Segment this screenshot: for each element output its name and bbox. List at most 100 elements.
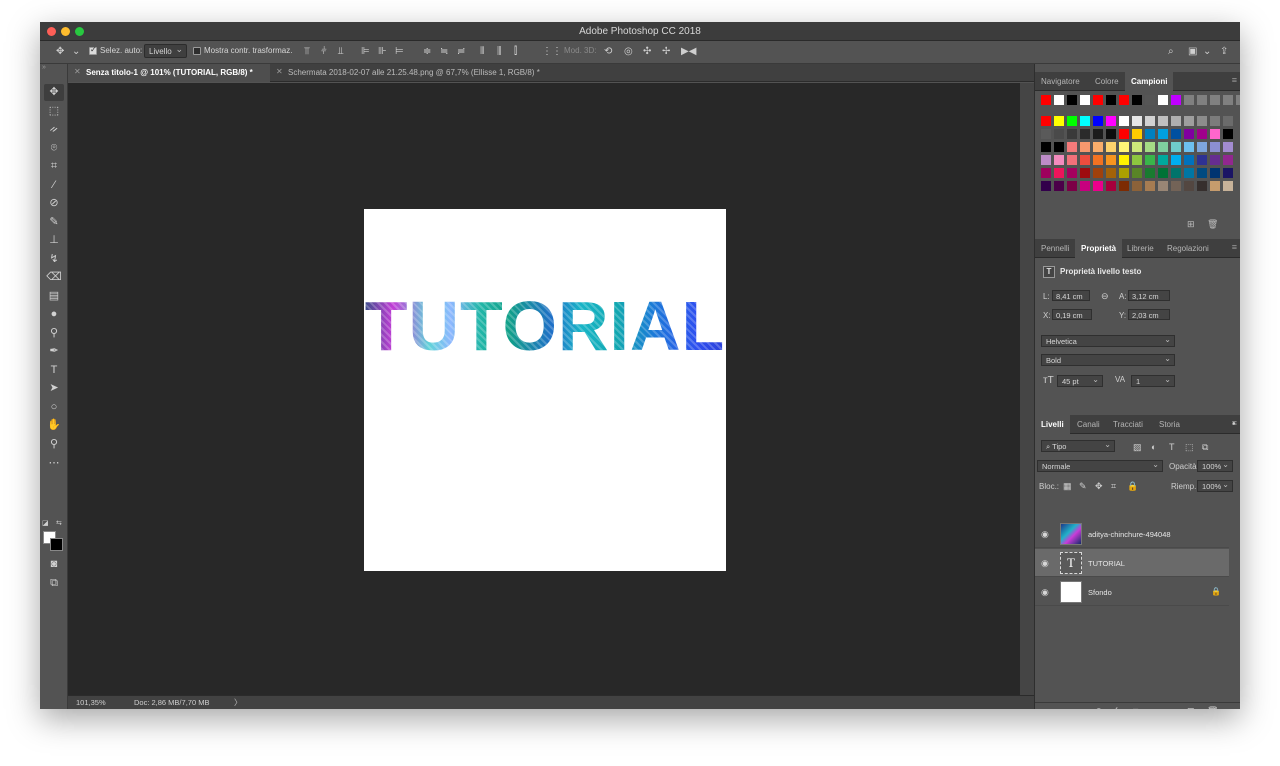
new-swatch-icon[interactable]: ⊞ bbox=[1187, 219, 1195, 230]
filter-smart-object-icon[interactable]: ⧉ bbox=[1202, 442, 1208, 453]
roll-3d-icon[interactable]: ◎ bbox=[624, 45, 633, 59]
color-swatch[interactable] bbox=[1119, 181, 1129, 191]
color-swatch[interactable] bbox=[1106, 116, 1116, 126]
color-swatch[interactable] bbox=[1210, 168, 1220, 178]
color-swatch[interactable] bbox=[1093, 116, 1103, 126]
color-swatch[interactable] bbox=[1106, 155, 1116, 165]
default-colors-icon[interactable]: ◪ bbox=[42, 519, 49, 527]
opacity-field[interactable]: 100% bbox=[1197, 460, 1233, 472]
auto-select-target-dropdown[interactable]: Livello bbox=[144, 44, 187, 58]
distribute-right-icon[interactable]: ⫿ bbox=[514, 45, 517, 59]
layer-style-icon[interactable]: fx bbox=[1115, 706, 1122, 709]
tab-brushes[interactable]: Pennelli bbox=[1035, 239, 1075, 258]
color-swatch[interactable] bbox=[1067, 168, 1077, 178]
recent-swatch[interactable] bbox=[1106, 95, 1116, 105]
color-swatch[interactable] bbox=[1054, 168, 1064, 178]
color-swatch[interactable] bbox=[1145, 181, 1155, 191]
recent-swatch[interactable] bbox=[1067, 95, 1077, 105]
color-swatch[interactable] bbox=[1171, 116, 1181, 126]
color-swatch[interactable] bbox=[1210, 181, 1220, 191]
quick-mask-icon[interactable]: ◙ bbox=[44, 556, 64, 573]
color-swatch[interactable] bbox=[1093, 129, 1103, 139]
filter-type-icon[interactable]: T bbox=[1169, 442, 1175, 452]
toolbox-collapse-icon[interactable]: » bbox=[42, 64, 46, 71]
color-swatch[interactable] bbox=[1184, 155, 1194, 165]
search-icon[interactable]: ⌕ bbox=[1168, 45, 1174, 59]
canvas-vertical-scrollbar[interactable] bbox=[1020, 83, 1034, 695]
color-swatch[interactable] bbox=[1132, 168, 1142, 178]
color-swatch[interactable] bbox=[1041, 155, 1051, 165]
layer-name[interactable]: TUTORIAL bbox=[1088, 559, 1125, 568]
gradient-tool-icon[interactable]: ▤ bbox=[44, 288, 64, 305]
x-field[interactable]: 0,19 cm bbox=[1052, 309, 1092, 320]
color-swatch[interactable] bbox=[1197, 181, 1207, 191]
color-swatch[interactable] bbox=[1041, 142, 1051, 152]
color-swatch[interactable] bbox=[1158, 142, 1168, 152]
visibility-eye-icon[interactable]: ◉ bbox=[1041, 529, 1049, 540]
color-swatch[interactable] bbox=[1184, 116, 1194, 126]
layer-name[interactable]: aditya-chinchure-494048 bbox=[1088, 530, 1171, 539]
recent-swatch[interactable] bbox=[1119, 95, 1129, 105]
recent-swatch[interactable] bbox=[1210, 95, 1220, 105]
color-swatch[interactable] bbox=[1184, 181, 1194, 191]
tab-adjustments[interactable]: Regolazioni bbox=[1161, 239, 1215, 258]
color-swatch[interactable] bbox=[1171, 142, 1181, 152]
tab-libraries[interactable]: Librerie bbox=[1121, 239, 1160, 258]
zoom-tool-icon[interactable]: ⚲ bbox=[44, 436, 64, 453]
clone-stamp-tool-icon[interactable]: ⊥ bbox=[44, 232, 64, 249]
color-swatch[interactable] bbox=[1145, 168, 1155, 178]
height-field[interactable]: 3,12 cm bbox=[1128, 290, 1170, 301]
move-tool-icon[interactable]: ✥ bbox=[44, 84, 64, 101]
color-swatch[interactable] bbox=[1054, 155, 1064, 165]
color-swatch[interactable] bbox=[1080, 155, 1090, 165]
color-swatch[interactable] bbox=[1106, 129, 1116, 139]
distribute-bottom-icon[interactable]: ≓ bbox=[457, 45, 465, 59]
color-swatch[interactable] bbox=[1132, 181, 1142, 191]
color-swatch[interactable] bbox=[1197, 168, 1207, 178]
tab-paths[interactable]: Tracciati bbox=[1107, 415, 1149, 434]
recent-swatch[interactable] bbox=[1080, 95, 1090, 105]
color-swatch[interactable] bbox=[1093, 168, 1103, 178]
tab-properties[interactable]: Proprietà bbox=[1075, 239, 1123, 258]
color-swatch[interactable] bbox=[1184, 168, 1194, 178]
tab-layers[interactable]: Livelli bbox=[1035, 415, 1070, 434]
color-swatch[interactable] bbox=[1119, 142, 1129, 152]
orbit-3d-icon[interactable]: ⟲ bbox=[604, 45, 612, 59]
color-swatch[interactable] bbox=[1093, 155, 1103, 165]
panel-menu-icon[interactable]: ≡ bbox=[1232, 242, 1237, 252]
recent-swatch[interactable] bbox=[1223, 95, 1233, 105]
filter-toggle-icon[interactable]: ● bbox=[1232, 421, 1236, 427]
color-swatch[interactable] bbox=[1132, 155, 1142, 165]
tab-history[interactable]: Storia bbox=[1153, 415, 1186, 434]
color-swatch[interactable] bbox=[1067, 155, 1077, 165]
color-swatch[interactable] bbox=[1223, 129, 1233, 139]
color-swatch[interactable] bbox=[1132, 142, 1142, 152]
color-swatch[interactable] bbox=[1080, 116, 1090, 126]
color-swatch[interactable] bbox=[1093, 142, 1103, 152]
tutorial-text-layer[interactable]: TUTORIAL bbox=[364, 291, 726, 361]
lock-artboard-icon[interactable]: ⌗ bbox=[1111, 481, 1116, 492]
recent-swatch[interactable] bbox=[1132, 95, 1142, 105]
swap-colors-icon[interactable]: ⇆ bbox=[56, 519, 62, 527]
type-tool-icon[interactable]: T bbox=[44, 362, 64, 379]
slide-3d-icon[interactable]: ✢ bbox=[662, 45, 670, 59]
tab-navigator[interactable]: Navigatore bbox=[1035, 72, 1086, 91]
color-swatch[interactable] bbox=[1054, 142, 1064, 152]
document-canvas[interactable]: TUTORIAL bbox=[364, 209, 726, 571]
color-swatch[interactable] bbox=[1197, 129, 1207, 139]
color-swatch[interactable] bbox=[1067, 116, 1077, 126]
color-swatch[interactable] bbox=[1080, 129, 1090, 139]
color-swatch[interactable] bbox=[1197, 116, 1207, 126]
workspace-chevron-icon[interactable]: ⌄ bbox=[1203, 45, 1211, 59]
marquee-tool-icon[interactable]: ⬚ bbox=[44, 103, 64, 120]
color-swatch[interactable] bbox=[1041, 181, 1051, 191]
color-swatch[interactable] bbox=[1054, 129, 1064, 139]
color-swatch[interactable] bbox=[1119, 129, 1129, 139]
delete-swatch-icon[interactable]: 🗑 bbox=[1207, 219, 1218, 230]
tracking-dropdown[interactable]: 1 bbox=[1131, 375, 1175, 387]
lock-all-icon[interactable]: 🔒 bbox=[1127, 481, 1138, 492]
eyedropper-tool-icon[interactable]: ⁄ bbox=[44, 177, 64, 194]
history-brush-tool-icon[interactable]: ↯ bbox=[44, 251, 64, 268]
color-swatch[interactable] bbox=[1223, 116, 1233, 126]
lasso-tool-icon[interactable]: ᨀ bbox=[44, 121, 64, 138]
